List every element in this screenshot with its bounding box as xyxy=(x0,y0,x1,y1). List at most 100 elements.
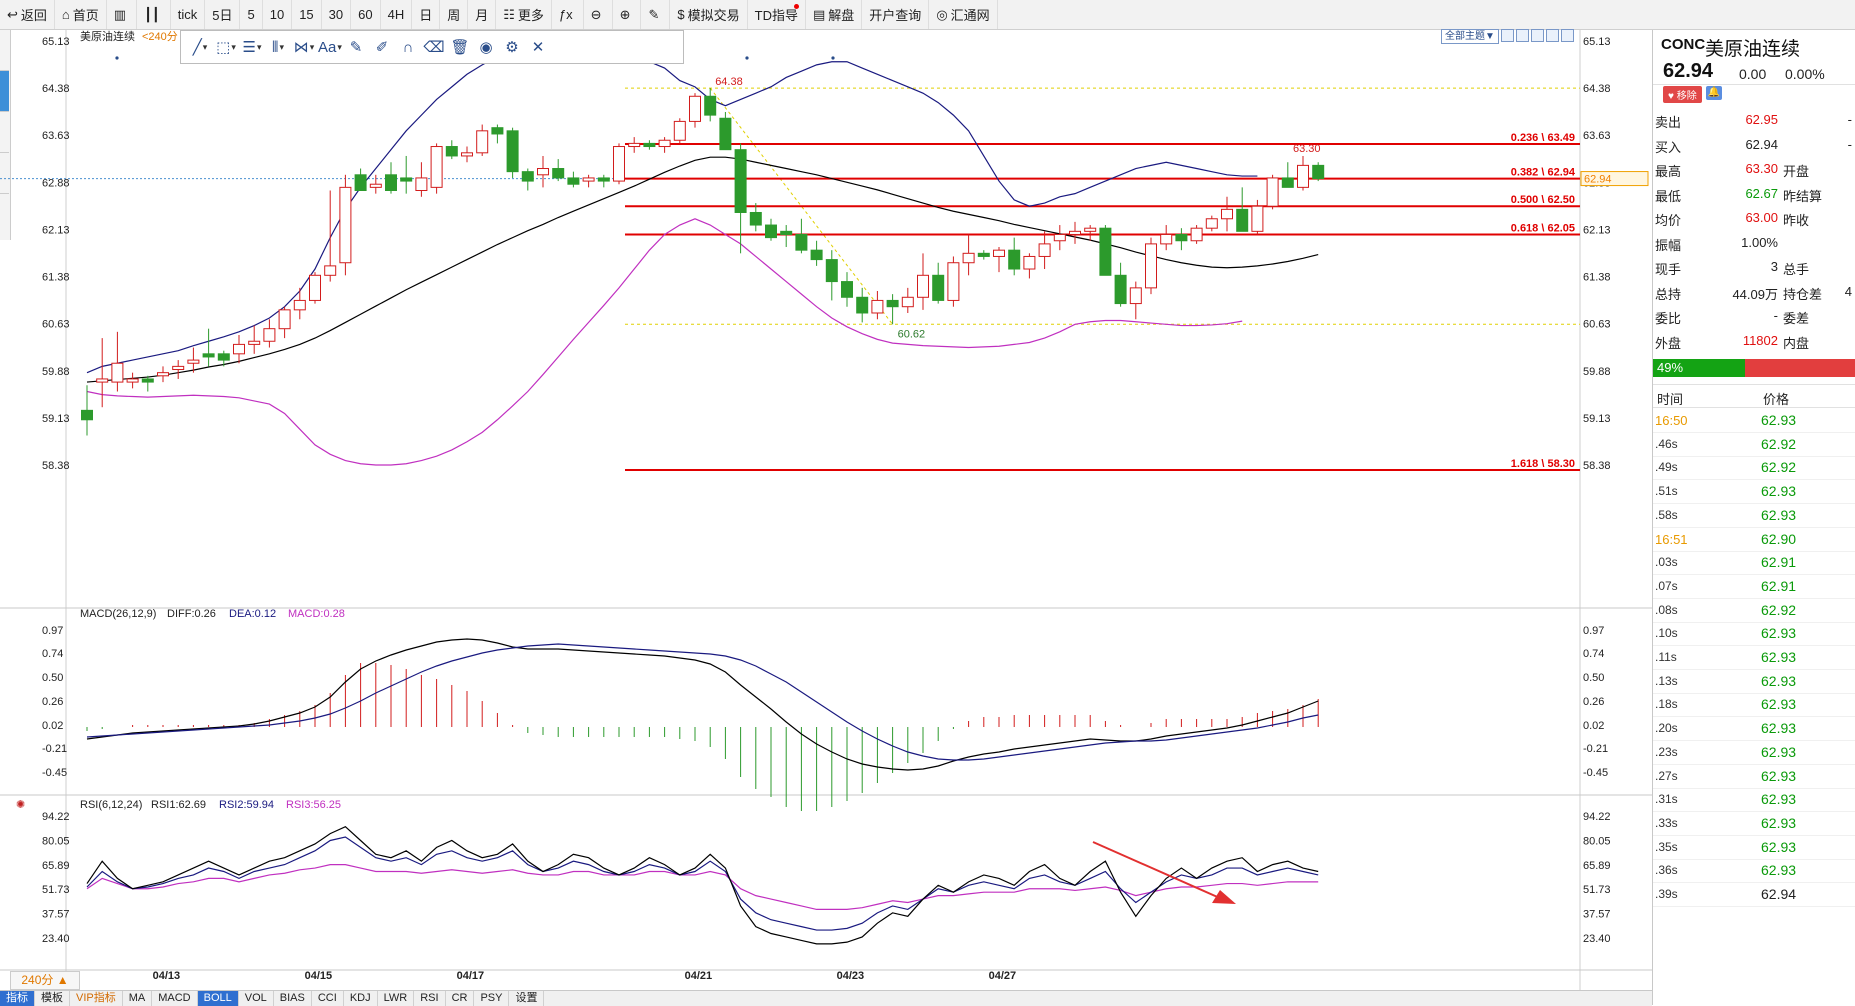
indicator-tab[interactable]: CR xyxy=(446,991,475,1006)
book-button[interactable]: ▤ 解盘 xyxy=(806,0,863,29)
layout-icon[interactable] xyxy=(1545,29,1559,42)
chart-area[interactable]: 65.1365.1364.3864.3863.6363.6362.8862.88… xyxy=(0,29,1652,990)
macd-axis-label: 0.26 xyxy=(42,696,63,708)
toolbar-item[interactable]: TD指导 xyxy=(748,0,806,29)
eraser-icon[interactable]: ⌫ xyxy=(421,34,447,60)
candle-body xyxy=(810,249,823,261)
y-axis-tick-label-right: 59.13 xyxy=(1583,413,1611,425)
y-axis-tick-label-right: 59.88 xyxy=(1583,366,1611,378)
tick-time: .46s xyxy=(1655,436,1678,451)
indicator-tab[interactable]: 设置 xyxy=(509,991,545,1006)
eye-icon[interactable]: ◉ xyxy=(473,34,499,60)
tick-time: .49s xyxy=(1655,460,1678,475)
toolbar-item[interactable]: 15 xyxy=(292,0,322,29)
quote-l1: 最高 xyxy=(1655,164,1682,179)
event-marker xyxy=(831,56,835,60)
trash-icon[interactable]: 🗑 xyxy=(447,34,473,60)
indicator-tab[interactable]: BOLL xyxy=(197,991,239,1006)
settings-gear-icon[interactable]: ⚙ xyxy=(499,34,525,60)
toolbar-item[interactable]: 4H xyxy=(381,0,413,29)
toolbar-item[interactable]: 5 xyxy=(240,0,263,29)
indicator-tab[interactable]: MACD xyxy=(152,991,198,1006)
indicator-tab[interactable]: BIAS xyxy=(274,991,312,1006)
rsi-axis-label: 23.40 xyxy=(42,933,70,945)
indicator-tab[interactable]: 指标 xyxy=(0,991,35,1006)
zoom-in-button[interactable]: ⊕ xyxy=(613,0,642,29)
candle-button[interactable]: ┃┃ xyxy=(137,0,171,29)
price-tag-label: 62.94 xyxy=(1584,174,1612,186)
period-selector[interactable]: 240分 ▲ xyxy=(10,971,80,990)
fibonacci-tool-icon[interactable]: ☰ ▾ xyxy=(239,34,265,60)
layout-icon[interactable] xyxy=(1500,29,1514,42)
back-button[interactable]: ↩ 返回 xyxy=(0,0,55,29)
toolbar-item[interactable]: 5日 xyxy=(205,0,241,29)
magnet-icon[interactable]: ∩ xyxy=(395,34,421,60)
indicator-tab[interactable]: KDJ xyxy=(344,991,378,1006)
tick-price: 62.93 xyxy=(1761,483,1797,500)
boll-mid-line xyxy=(86,156,1319,383)
candle-body xyxy=(658,139,671,148)
rsi2-line xyxy=(86,836,1319,931)
globe-button[interactable]: ◎ 汇通网 xyxy=(929,0,998,29)
remove-favorite-button[interactable]: ♥ 移除 xyxy=(1663,86,1702,103)
brush-icon[interactable]: ✐ xyxy=(369,34,395,60)
indicator-tab[interactable]: VOL xyxy=(239,991,274,1006)
rsi2-label: RSI2:59.94 xyxy=(219,799,274,811)
toolbar-item[interactable]: 开户查询 xyxy=(862,0,930,29)
layout-icon[interactable] xyxy=(1530,29,1544,42)
toolbar-item[interactable]: 日 xyxy=(412,0,441,29)
tick-row: .51s 62.93 xyxy=(1653,479,1855,505)
tick-price: 62.93 xyxy=(1761,838,1797,855)
candle-body xyxy=(233,343,245,355)
quote-l1: 卖出 xyxy=(1655,115,1682,130)
toolbar-item[interactable]: 30 xyxy=(322,0,352,29)
indicator-tab[interactable]: RSI xyxy=(414,991,446,1006)
quote-l1: 振幅 xyxy=(1655,237,1682,253)
indicator-tab[interactable]: MA xyxy=(123,991,153,1006)
toolbar-item[interactable]: tick xyxy=(171,0,206,29)
toolbar-item[interactable]: 10 xyxy=(263,0,293,29)
home-button[interactable]: ⌂ 首页 xyxy=(55,0,107,29)
candle-body xyxy=(734,149,747,213)
close-icon[interactable]: ✕ xyxy=(525,34,551,60)
dollar-button[interactable]: $ 模拟交易 xyxy=(670,0,748,29)
trend-line-tool-icon[interactable]: ╱ ▾ xyxy=(187,34,213,60)
indicator-tab[interactable]: LWR xyxy=(378,991,415,1006)
tick-row: .10s 62.93 xyxy=(1653,621,1855,647)
theme-dropdown[interactable]: 全部主题▼ xyxy=(1441,29,1499,44)
quote-row: 卖出 62.95 - xyxy=(1653,108,1855,132)
fx-button[interactable]: ƒx xyxy=(552,0,584,29)
layout-icon[interactable] xyxy=(1515,29,1529,42)
list-button[interactable]: ☷ 更多 xyxy=(496,0,552,29)
y-axis-tick-label: 64.38 xyxy=(42,83,70,95)
candle-body xyxy=(248,340,261,345)
channel-tool-icon[interactable]: ⦀ ▾ xyxy=(265,34,291,60)
rectangle-tool-icon[interactable]: ⬚ ▾ xyxy=(213,34,239,60)
indicator-tab[interactable]: 模板 xyxy=(35,991,70,1006)
kline-chart-svg[interactable]: 65.1365.1364.3864.3863.6363.6362.8862.88… xyxy=(0,29,1652,990)
indicator-tab[interactable]: VIP指标 xyxy=(70,991,123,1006)
ruler-icon[interactable]: ✎ xyxy=(343,34,369,60)
low-annotation: 60.62 xyxy=(898,328,926,340)
toolbar-item[interactable]: 月 xyxy=(468,0,497,29)
x-axis-date: 04/13 xyxy=(153,970,181,982)
rsi-axis-label-right: 37.57 xyxy=(1583,909,1611,921)
tick-price: 62.93 xyxy=(1761,791,1797,808)
quote-row: 现手 3 总手 xyxy=(1653,255,1855,279)
chart-line-button[interactable]: ▥ xyxy=(107,0,138,29)
quote-l2: 内盘 xyxy=(1783,335,1810,351)
pen-button[interactable]: ✎ xyxy=(641,0,671,29)
main-toolbar: ↩ 返回 ⌂ 首页 ▥ ┃┃ tick 5日 5 10 15 30 60 4H 日周月 ☷ 更多 ƒx ⊖ ⊕ ✎ $ 模拟… xyxy=(0,0,1855,30)
pattern-tool-icon[interactable]: ⋈ ▾ xyxy=(291,34,317,60)
quote-l2: 持仓差 xyxy=(1783,286,1823,302)
toolbar-item[interactable]: 周 xyxy=(440,0,469,29)
indicator-tab[interactable]: CCI xyxy=(312,991,344,1006)
candle-body xyxy=(1129,287,1142,305)
text-tool-icon[interactable]: Aa ▾ xyxy=(317,34,343,60)
indicator-tab[interactable]: PSY xyxy=(474,991,510,1006)
toolbar-item[interactable]: 60 xyxy=(351,0,381,29)
alert-bell-icon[interactable]: 🔔 xyxy=(1705,86,1722,100)
zoom-out-button[interactable]: ⊖ xyxy=(584,0,613,29)
layout-icon[interactable] xyxy=(1560,29,1574,42)
candle-body xyxy=(1145,243,1157,289)
